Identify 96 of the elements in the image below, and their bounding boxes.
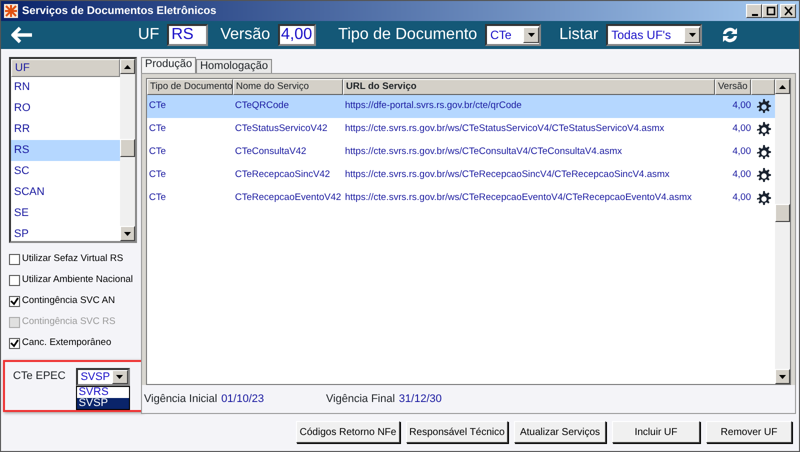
table-row[interactable]: CTe CTeStatusServicoV42 https://cte.svrs.rs.gov.br/ws/CTeStatusServicoV4/CTeStatusServicoV4.asmx 4,00 [147, 118, 775, 141]
list-item[interactable]: RR [11, 119, 120, 140]
table-cell-text: CTe [148, 99, 167, 114]
action-button[interactable]: Atualizar Serviços [514, 421, 606, 443]
list-item[interactable]: RO [11, 98, 120, 119]
column-header[interactable]: Nome do Serviço [233, 79, 343, 95]
tab[interactable]: Produção [141, 57, 196, 73]
checkbox[interactable] [9, 254, 20, 265]
column-header[interactable]: UF [11, 59, 120, 77]
scrollbar[interactable] [775, 79, 790, 384]
checkbox-label: Utilizar Ambiente Nacional [22, 273, 133, 288]
up-arrow-icon[interactable] [778, 84, 787, 90]
toolbar-label: Listar [559, 25, 598, 45]
action-button[interactable]: Incluir UF [612, 421, 700, 443]
field-label: Vigência Final [326, 392, 395, 407]
table-row[interactable]: CTe CTeQRCode https://dfe-portal.svrs.rs.gov.br/cte/qrCode 4,00 [147, 95, 775, 118]
date-value: 31/12/30 [398, 392, 442, 407]
table-cell-text: https://cte.svrs.rs.gov.br/ws/CTeRecepcaoEventoV4/CTeRecepcaoEventoV4.asmx [344, 191, 693, 206]
date-value: 01/10/23 [221, 392, 264, 407]
gear-icon[interactable] [756, 168, 772, 184]
table-cell-text: 4,00 [732, 99, 751, 114]
toolbar-label: Versão [220, 25, 270, 45]
column-header[interactable]: URL do Serviço [343, 79, 715, 95]
gear-icon[interactable] [756, 144, 772, 160]
down-arrow-icon[interactable] [778, 374, 787, 380]
maximize-button[interactable] [762, 4, 778, 18]
list-item[interactable]: SCAN [11, 182, 120, 203]
tab[interactable]: Homologação [196, 59, 272, 73]
table-cell-text: 4,00 [732, 122, 751, 136]
checkbox-label: Canc. Extemporâneo [22, 336, 112, 350]
field-label: CTe EPEC [13, 369, 66, 384]
up-arrow-icon[interactable] [123, 64, 132, 70]
column-header[interactable]: Versão [715, 79, 751, 95]
table-cell-text: https://cte.svrs.rs.gov.br/ws/CTeConsultaV4/CTeConsultaV4.asmx [344, 145, 624, 160]
checkbox[interactable] [9, 275, 20, 286]
field-label: Vigência Inicial [144, 392, 218, 407]
version-field[interactable]: 4,00 [278, 24, 316, 46]
checkbox-label: Contingência SVC AN [22, 294, 115, 308]
table-cell-text: CTeQRCode [234, 99, 290, 114]
table-cell-text: https://cte.svrs.rs.gov.br/ws/CTeRecepcaoSincV4/CTeRecepcaoSincV4.asmx [344, 168, 671, 182]
dropdown-button[interactable] [112, 370, 128, 384]
table-cell-text: CTeStatusServicoV42 [234, 122, 328, 136]
gear-icon[interactable] [756, 98, 772, 114]
list-item[interactable]: SP [11, 224, 120, 245]
scroll-up-button[interactable] [120, 59, 135, 74]
scroll-down-button[interactable] [775, 369, 790, 384]
action-button[interactable]: Códigos Retorno NFe [296, 421, 400, 443]
action-button[interactable]: Responsável Técnico [406, 421, 508, 443]
table-row[interactable]: CTe CTeRecepcaoSincV42 https://cte.svrs.rs.gov.br/ws/CTeRecepcaoSincV4/CTeRecepcaoSincV4.asmx 4,00 [147, 164, 775, 187]
close-icon[interactable] [782, 6, 794, 16]
gear-icon[interactable] [756, 122, 772, 138]
table-cell-text: CTe [148, 168, 167, 182]
table-cell-text: CTe [148, 122, 167, 136]
close-button[interactable] [780, 4, 796, 18]
document-type-dropdown[interactable]: CTe [485, 24, 542, 46]
table-cell-text: https://cte.svrs.rs.gov.br/ws/CTeStatusServicoV4/CTeStatusServicoV4.asmx [344, 122, 666, 136]
checkbox[interactable] [9, 296, 20, 307]
scroll-down-button[interactable] [120, 226, 135, 241]
window-title: Serviços de Documentos Eletrônicos [22, 4, 218, 19]
table-row[interactable]: CTe CTeRecepcaoEventoV42 https://cte.svrs.rs.gov.br/ws/CTeRecepcaoEventoV4/CTeRecepcaoEventoV4.asmx 4,00 [147, 187, 775, 210]
list-filter-dropdown[interactable]: Todas UF's [606, 24, 702, 46]
maximize-icon[interactable] [764, 6, 776, 16]
table-cell-text: 4,00 [732, 145, 751, 160]
table-row[interactable]: CTe CTeConsultaV42 https://cte.svrs.rs.gov.br/ws/CTeConsultaV4/CTeConsultaV4.asmx 4,00 [147, 141, 775, 164]
table-cell-text: CTe [148, 145, 167, 160]
checkbox[interactable] [9, 338, 20, 349]
toolbar-label: UF [138, 25, 160, 45]
list-item[interactable]: SC [11, 161, 120, 182]
toolbar-label: Tipo de Documento [338, 25, 478, 45]
table-cell-text: CTe [148, 191, 167, 206]
gear-icon[interactable] [756, 190, 772, 206]
table-cell-text: 4,00 [732, 191, 751, 206]
action-button[interactable]: Remover UF [706, 421, 792, 443]
dropdown-option[interactable]: SVSP [76, 398, 129, 409]
down-arrow-icon[interactable] [123, 230, 132, 236]
table-cell-text: https://dfe-portal.svrs.rs.gov.br/cte/qrCode [344, 99, 523, 114]
dropdown-button[interactable] [684, 27, 700, 43]
list-item[interactable]: RN [11, 77, 120, 98]
dropdown-button[interactable] [523, 27, 540, 43]
table-cell-text: 4,00 [732, 168, 751, 182]
scroll-up-button[interactable] [775, 79, 790, 94]
scrollbar[interactable] [120, 59, 135, 241]
table-cell-text: CTeConsultaV42 [234, 145, 308, 160]
list-item[interactable]: RS [11, 140, 120, 161]
uf-field[interactable]: RS [167, 24, 208, 46]
list-item[interactable]: SE [11, 203, 120, 224]
checkbox-label: Contingência SVC RS [22, 315, 116, 330]
checkbox-label: Utilizar Sefaz Virtual RS [22, 252, 124, 266]
table-cell-text: CTeRecepcaoEventoV42 [234, 191, 342, 206]
table-cell-text: CTeRecepcaoSincV42 [234, 168, 332, 182]
back-arrow-icon[interactable] [11, 26, 33, 44]
scroll-thumb[interactable] [120, 139, 135, 157]
app-icon [4, 4, 18, 18]
scroll-thumb[interactable] [775, 204, 790, 222]
epec-dropdown[interactable]: SVSP [76, 368, 130, 386]
minimize-button[interactable] [746, 4, 762, 18]
